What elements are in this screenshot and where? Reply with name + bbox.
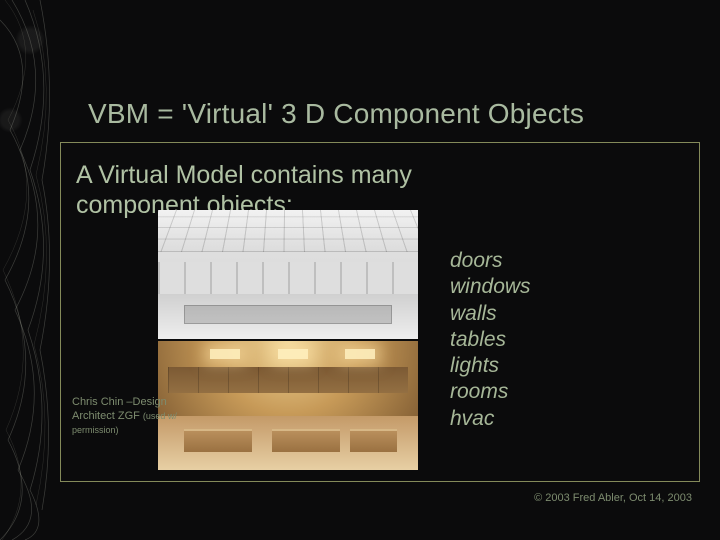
list-item: doors <box>450 248 531 274</box>
rendering-images <box>158 210 418 470</box>
list-item: rooms <box>450 379 531 405</box>
copyright-footer: © 2003 Fred Abler, Oct 14, 2003 <box>534 492 692 504</box>
list-item: hvac <box>450 406 531 432</box>
decorative-left-strip <box>0 0 58 540</box>
image-credit: Chris Chin –Design Architect ZGF (used w… <box>72 396 182 437</box>
list-item: walls <box>450 301 531 327</box>
list-item: windows <box>450 274 531 300</box>
slide-title: VBM = 'Virtual' 3 D Component Objects <box>88 98 584 130</box>
wireframe-rendering <box>158 210 418 339</box>
credit-line-1: Chris Chin –Design <box>72 396 167 408</box>
object-list: doors windows walls tables lights rooms … <box>450 248 531 432</box>
credit-line-2: Architect ZGF <box>72 410 140 422</box>
list-item: tables <box>450 327 531 353</box>
list-item: lights <box>450 353 531 379</box>
slide-body: VBM = 'Virtual' 3 D Component Objects A … <box>58 0 720 540</box>
lit-rendering <box>158 341 418 470</box>
